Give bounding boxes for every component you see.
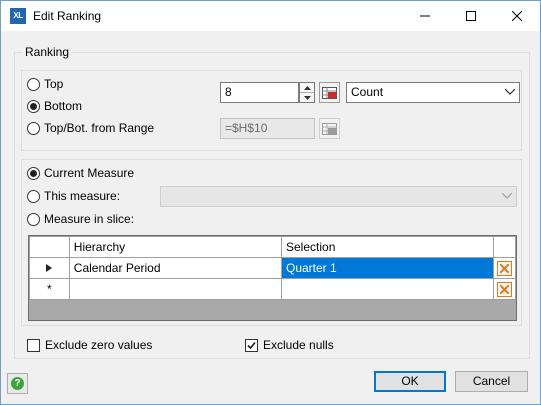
radio-top-indicator	[27, 77, 40, 91]
help-button[interactable]: ?	[7, 373, 28, 394]
help-question-icon: ?	[11, 377, 24, 390]
range-picker-icon	[322, 86, 337, 99]
window-title: Edit Ranking	[33, 9, 102, 23]
maximize-button[interactable]	[448, 1, 494, 31]
range-input[interactable]: =$H$10	[220, 118, 315, 139]
chevron-down-icon	[502, 193, 512, 199]
hierarchy-cell[interactable]	[68, 278, 283, 300]
spin-up-icon	[303, 85, 311, 90]
count-range-picker-button[interactable]	[319, 82, 340, 103]
exclude-nulls-checkbox[interactable]: Exclude nulls	[245, 337, 334, 353]
title-bar: XL Edit Ranking	[1, 1, 540, 31]
spin-down-icon	[303, 95, 311, 100]
radio-current-measure-indicator	[27, 166, 40, 180]
slice-table: Hierarchy Selection Calendar Period Quar…	[29, 236, 516, 300]
chevron-down-icon	[505, 89, 515, 95]
radio-this-measure[interactable]: This measure:	[27, 188, 120, 204]
delete-x-icon	[499, 284, 509, 294]
radio-top-label: Top	[44, 77, 64, 91]
radio-range-indicator	[27, 121, 40, 135]
exclude-nulls-label: Exclude nulls	[263, 338, 334, 352]
delete-row-button[interactable]	[496, 260, 512, 276]
delete-cell	[492, 257, 516, 279]
slice-grid[interactable]: Hierarchy Selection Calendar Period Quar…	[28, 235, 517, 321]
exclude-zero-label: Exclude zero values	[45, 338, 153, 352]
radio-bottom[interactable]: Bottom	[27, 98, 82, 114]
maximize-icon	[466, 11, 476, 21]
checkmark-icon	[247, 341, 256, 349]
radio-measure-in-slice-label: Measure in slice:	[44, 212, 135, 226]
radio-current-measure[interactable]: Current Measure	[27, 165, 134, 181]
row-marker-new: *	[29, 278, 70, 300]
range-picker-icon	[322, 122, 337, 135]
minimize-icon	[420, 15, 430, 17]
column-header-hierarchy[interactable]: Hierarchy	[68, 236, 283, 258]
radio-bottom-label: Bottom	[44, 99, 83, 113]
this-measure-dropdown[interactable]	[160, 186, 517, 207]
ok-button[interactable]: OK	[374, 371, 446, 392]
exclude-zero-checkbox[interactable]: Exclude zero values	[27, 337, 152, 353]
radio-current-measure-label: Current Measure	[44, 166, 135, 180]
minimize-button[interactable]	[402, 1, 448, 31]
radio-top[interactable]: Top	[27, 76, 63, 92]
radio-range-label: Top/Bot. from Range	[44, 121, 155, 135]
excel-app-icon: XL	[10, 8, 26, 24]
aggregate-selected: Count	[351, 85, 384, 99]
hierarchy-cell[interactable]: Calendar Period	[68, 257, 283, 279]
radio-measure-in-slice[interactable]: Measure in slice:	[27, 211, 134, 227]
radio-bottom-indicator	[27, 99, 40, 113]
table-row-new[interactable]: *	[29, 278, 516, 300]
radio-this-measure-label: This measure:	[44, 189, 121, 203]
current-row-arrow-icon	[46, 264, 53, 272]
row-header-corner	[29, 236, 70, 258]
exclude-zero-box	[27, 338, 40, 352]
spin-down-button[interactable]	[300, 92, 314, 102]
cancel-button[interactable]: Cancel	[455, 371, 528, 392]
rank-count-spinner[interactable]	[299, 82, 315, 103]
row-marker-current	[29, 257, 70, 279]
selection-cell[interactable]: Quarter 1	[281, 257, 494, 279]
delete-x-icon	[499, 263, 509, 273]
close-icon	[512, 11, 522, 21]
aggregate-dropdown[interactable]: Count	[346, 82, 520, 103]
close-button[interactable]	[494, 1, 540, 31]
column-header-selection[interactable]: Selection	[281, 236, 494, 258]
exclude-nulls-box	[245, 338, 258, 352]
rank-count-input[interactable]: 8	[220, 82, 299, 103]
radio-measure-in-slice-indicator	[27, 212, 40, 226]
table-row[interactable]: Calendar Period Quarter 1	[29, 257, 516, 279]
radio-this-measure-indicator	[27, 189, 40, 203]
ranking-group-label: Ranking	[23, 45, 72, 59]
slice-header-row: Hierarchy Selection	[29, 236, 516, 258]
column-header-actions	[492, 236, 516, 258]
delete-row-button[interactable]	[496, 281, 512, 297]
selection-cell[interactable]	[281, 278, 494, 300]
range-picker-button[interactable]	[319, 118, 340, 139]
delete-cell	[492, 278, 516, 300]
radio-top-bottom-range[interactable]: Top/Bot. from Range	[27, 120, 154, 136]
edit-ranking-dialog: XL Edit Ranking Ranking Top Bottom Top/B…	[0, 0, 541, 405]
spin-up-button[interactable]	[300, 83, 314, 92]
